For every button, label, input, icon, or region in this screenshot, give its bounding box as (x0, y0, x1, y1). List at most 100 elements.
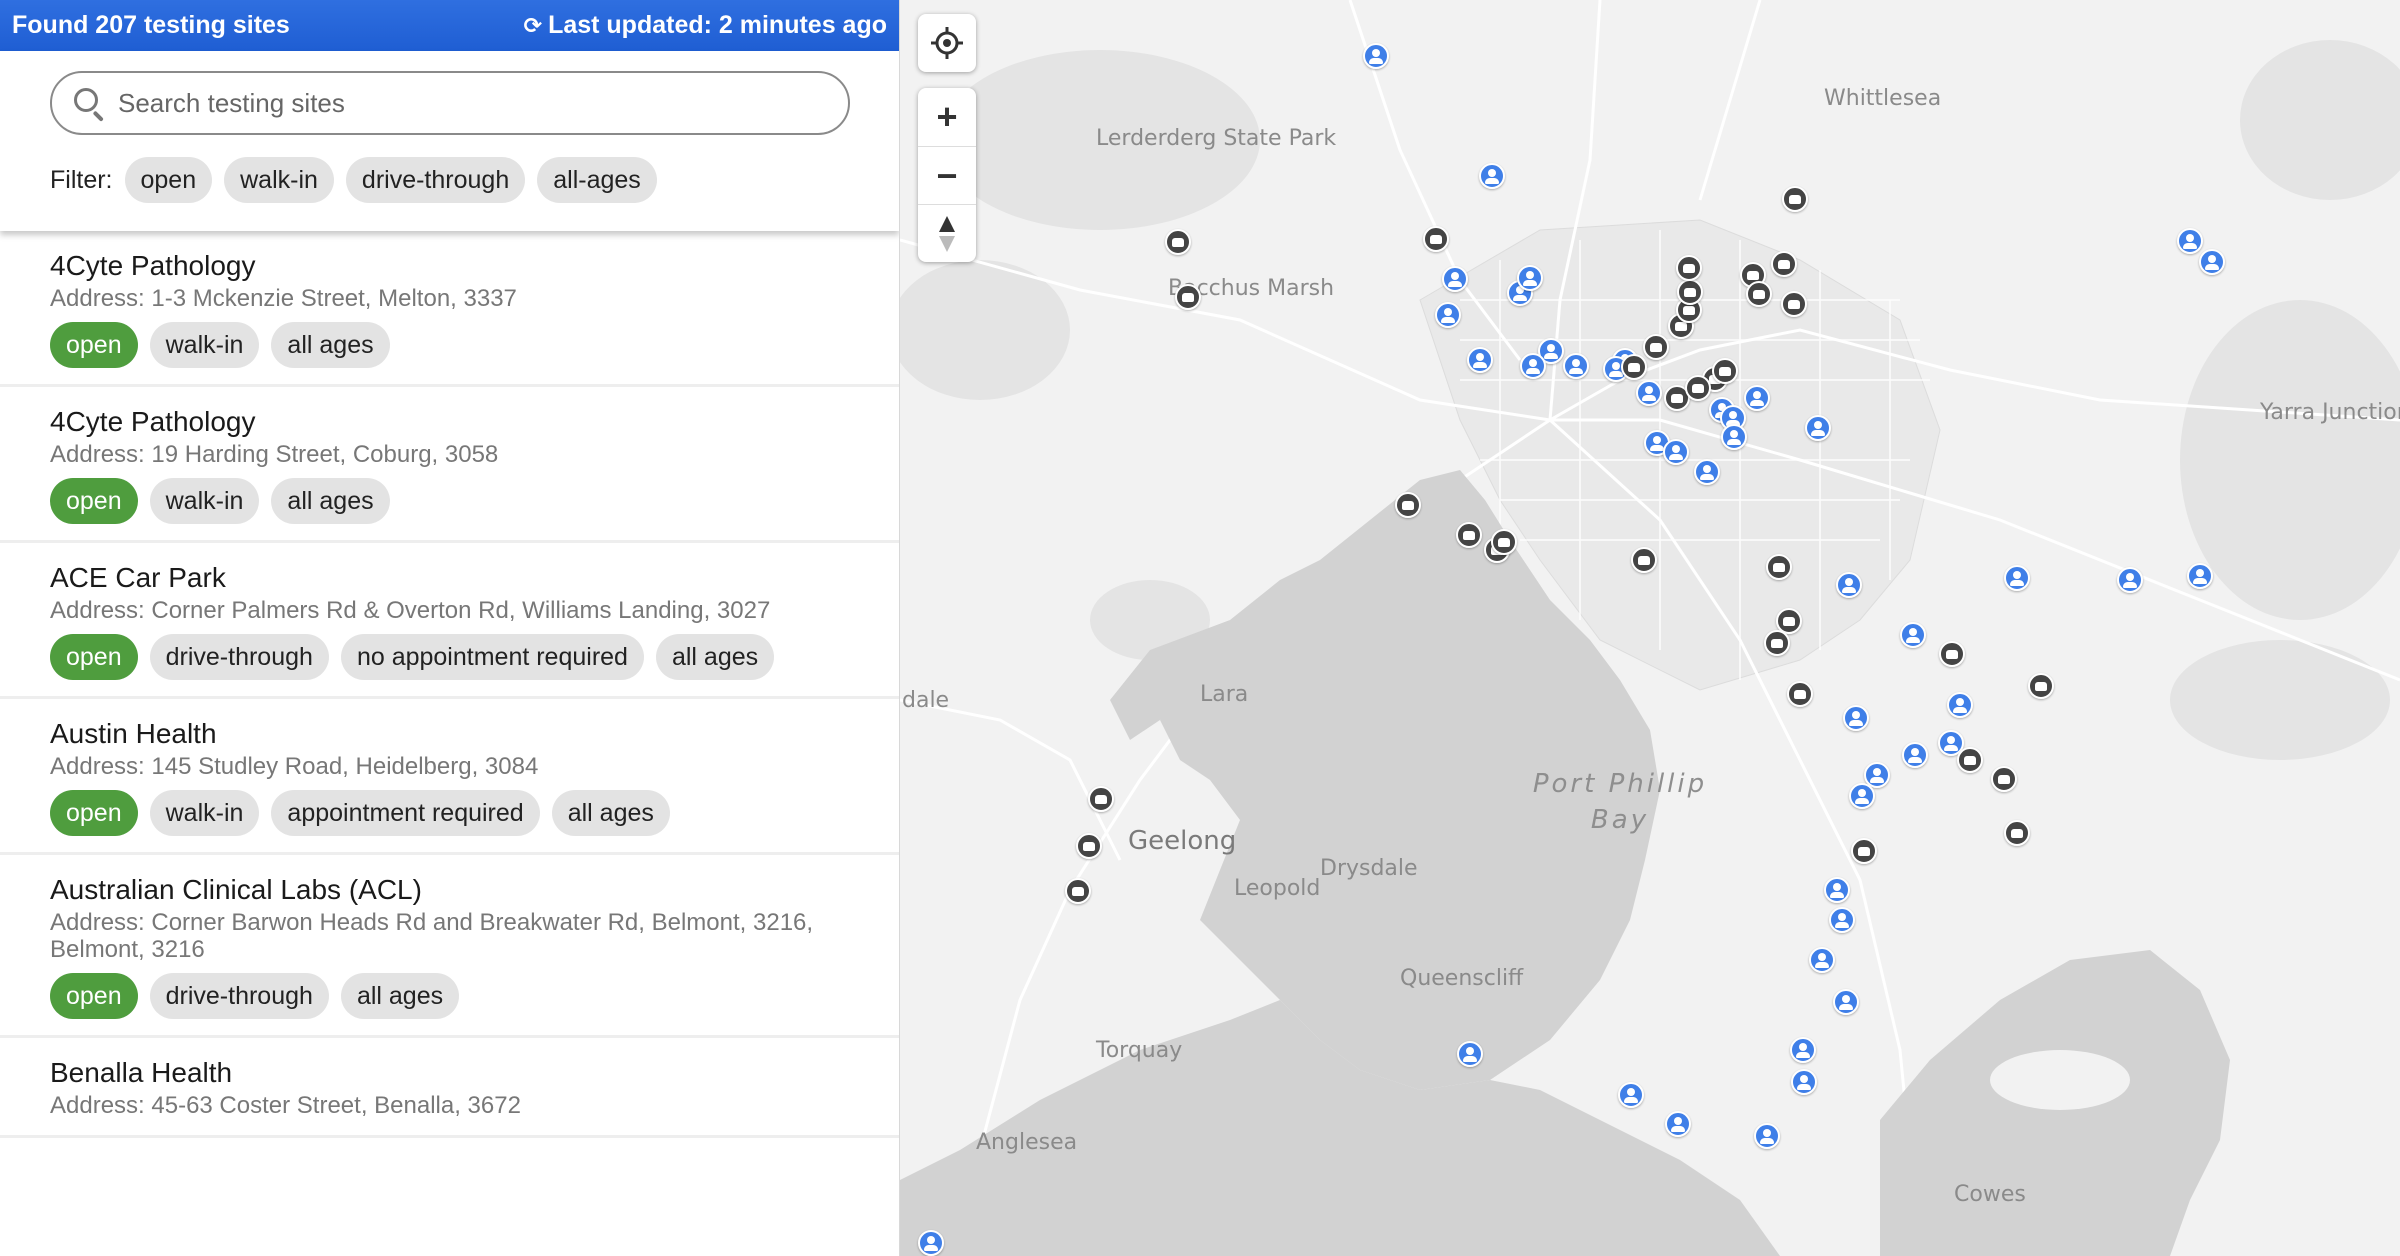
map-label-dale: dale (902, 688, 950, 713)
drive-through-marker[interactable] (1456, 522, 1482, 548)
filter-chip-open[interactable]: open (124, 157, 213, 203)
drive-through-marker[interactable] (1991, 766, 2017, 792)
filter-chip-all-ages[interactable]: all-ages (537, 157, 657, 203)
tag-all-ages: all ages (271, 478, 390, 524)
walk-in-marker[interactable] (1805, 415, 1831, 441)
walk-in-marker[interactable] (1479, 163, 1505, 189)
walk-in-marker[interactable] (1754, 1123, 1780, 1149)
walk-in-marker[interactable] (918, 1230, 944, 1256)
walk-in-marker[interactable] (1790, 1037, 1816, 1063)
drive-through-marker[interactable] (2004, 820, 2030, 846)
compass-button[interactable] (918, 204, 976, 262)
map-label-lara: Lara (1200, 682, 1249, 707)
walk-in-marker[interactable] (1947, 692, 1973, 718)
walk-in-marker[interactable] (1363, 43, 1389, 69)
site-address: Address: 145 Studley Road, Heidelberg, 3… (50, 753, 539, 780)
zoom-out-button[interactable]: − (918, 146, 976, 204)
walk-in-marker[interactable] (2177, 228, 2203, 254)
site-item[interactable]: 4Cyte Pathology Address: 1-3 Mckenzie St… (0, 231, 899, 387)
walk-in-marker[interactable] (1744, 385, 1770, 411)
drive-through-marker[interactable] (1851, 838, 1877, 864)
site-name: 4Cyte Pathology (50, 406, 256, 437)
drive-through-marker[interactable] (1076, 833, 1102, 859)
drive-through-marker[interactable] (1175, 284, 1201, 310)
walk-in-marker[interactable] (2004, 565, 2030, 591)
walk-in-marker[interactable] (1833, 989, 1859, 1015)
walk-in-marker[interactable] (1849, 783, 1875, 809)
map-view[interactable]: Whittlesea Lerderderg State Park Bacchus… (900, 0, 2400, 1256)
walk-in-marker[interactable] (2199, 249, 2225, 275)
drive-through-marker[interactable] (1065, 878, 1091, 904)
drive-through-marker[interactable] (1685, 375, 1711, 401)
walk-in-marker[interactable] (1809, 947, 1835, 973)
site-item[interactable]: ACE Car Park Address: Corner Palmers Rd … (0, 543, 899, 699)
walk-in-marker[interactable] (1902, 742, 1928, 768)
walk-in-marker[interactable] (1836, 572, 1862, 598)
map-label-queenscliff: Queenscliff (1400, 966, 1524, 991)
drive-through-marker[interactable] (1957, 747, 1983, 773)
drive-through-marker[interactable] (2028, 673, 2054, 699)
site-tags: open walk-in all ages (50, 322, 850, 368)
walk-in-marker[interactable] (1824, 877, 1850, 903)
walk-in-marker[interactable] (1829, 907, 1855, 933)
tag-walk-in: walk-in (149, 790, 260, 836)
site-item[interactable]: Australian Clinical Labs (ACL) Address: … (0, 855, 899, 1038)
locate-button[interactable] (918, 14, 976, 72)
drive-through-marker[interactable] (1621, 354, 1647, 380)
tag-all-ages: all ages (340, 973, 460, 1019)
site-item[interactable]: Austin Health Address: 145 Studley Road,… (0, 699, 899, 855)
drive-through-marker[interactable] (1764, 630, 1790, 656)
drive-through-marker[interactable] (1787, 681, 1813, 707)
walk-in-marker[interactable] (1900, 622, 1926, 648)
last-updated[interactable]: ⟳ Last updated: 2 minutes ago (524, 11, 887, 40)
walk-in-marker[interactable] (1694, 459, 1720, 485)
walk-in-marker[interactable] (1618, 1082, 1644, 1108)
drive-through-marker[interactable] (1712, 358, 1738, 384)
drive-through-marker[interactable] (1631, 547, 1657, 573)
walk-in-marker[interactable] (1791, 1069, 1817, 1095)
drive-through-marker[interactable] (1766, 554, 1792, 580)
search-icon (72, 86, 106, 122)
site-name: Australian Clinical Labs (ACL) (50, 874, 422, 905)
walk-in-marker[interactable] (2117, 567, 2143, 593)
filter-chip-drive-through[interactable]: drive-through (345, 157, 526, 203)
walk-in-marker[interactable] (1665, 1111, 1691, 1137)
search-input[interactable] (118, 87, 818, 119)
site-tags: open drive-through all ages (50, 973, 850, 1019)
walk-in-marker[interactable] (1467, 347, 1493, 373)
drive-through-marker[interactable] (1746, 281, 1772, 307)
drive-through-marker[interactable] (1939, 641, 1965, 667)
drive-through-marker[interactable] (1781, 291, 1807, 317)
walk-in-marker[interactable] (1517, 265, 1543, 291)
map-label-whittlesea: Whittlesea (1824, 86, 1942, 111)
locate-icon (931, 27, 963, 59)
walk-in-marker[interactable] (1520, 353, 1546, 379)
walk-in-marker[interactable] (1636, 380, 1662, 406)
drive-through-marker[interactable] (1395, 492, 1421, 518)
drive-through-marker[interactable] (1771, 251, 1797, 277)
walk-in-marker[interactable] (1442, 266, 1468, 292)
site-item[interactable]: Benalla Health Address: 45-63 Coster Str… (0, 1038, 899, 1138)
tag-open: open (50, 634, 138, 680)
drive-through-marker[interactable] (1088, 786, 1114, 812)
drive-through-marker[interactable] (1423, 226, 1449, 252)
site-item[interactable]: 4Cyte Pathology Address: 19 Harding Stre… (0, 387, 899, 543)
drive-through-marker[interactable] (1677, 279, 1703, 305)
walk-in-marker[interactable] (1563, 353, 1589, 379)
walk-in-marker[interactable] (1457, 1041, 1483, 1067)
drive-through-marker[interactable] (1165, 229, 1191, 255)
filter-chip-walk-in[interactable]: walk-in (224, 157, 334, 203)
drive-through-marker[interactable] (1676, 255, 1702, 281)
drive-through-marker[interactable] (1491, 529, 1517, 555)
drive-through-marker[interactable] (1643, 334, 1669, 360)
walk-in-marker[interactable] (1435, 302, 1461, 328)
walk-in-marker[interactable] (2187, 563, 2213, 589)
results-list[interactable]: 4Cyte Pathology Address: 1-3 Mckenzie St… (0, 231, 899, 1256)
refresh-icon[interactable]: ⟳ (524, 13, 542, 39)
walk-in-marker[interactable] (1721, 424, 1747, 450)
search-box[interactable] (50, 71, 850, 135)
drive-through-marker[interactable] (1782, 186, 1808, 212)
walk-in-marker[interactable] (1843, 705, 1869, 731)
zoom-in-button[interactable]: + (918, 88, 976, 146)
walk-in-marker[interactable] (1663, 439, 1689, 465)
